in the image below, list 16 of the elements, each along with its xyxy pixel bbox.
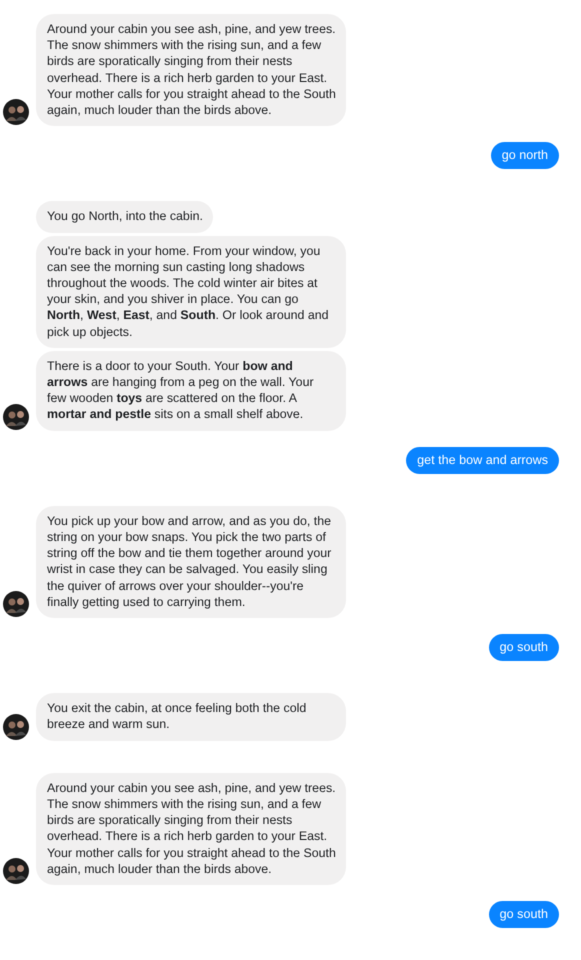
received-message: You go North, into the cabin. <box>36 201 213 233</box>
received-message: You pick up your bow and arrow, and as you do, the string on your bow snaps. You pick the two parts of string off the bow and tie them together around your wrist in case they can be salvaged. You easily sling the quiver of arrows over your shoulder--you're finally getting used to carrying them. <box>36 506 346 618</box>
avatar-icon <box>3 714 29 740</box>
avatar-icon <box>3 404 29 430</box>
sent-message: go south <box>488 900 559 928</box>
sent-message: get the bow and arrows <box>406 446 559 474</box>
received-message: You're back in your home. From your window, you can see the morning sun casting long shadows throughout the woods. The cold winter air bites at your skin, and you shiver in place. You can go North, West, East, and South. Or look around and pick up objects. <box>36 236 346 348</box>
avatar-icon <box>3 858 29 884</box>
received-message: There is a door to your South. Your bow and arrows are hanging from a peg on the wall. Your few wooden toys are scattered on the floor. A mortar and pestle sits on a small shelf above. <box>36 350 346 431</box>
sent-message: go north <box>490 142 559 170</box>
received-message: Around your cabin you see ash, pine, and yew trees. The snow shimmers with the rising sun, and a few birds are sporatically singing from their nests overhead. There is a rich herb garden to your East. Your mother calls for you straight ahead to the South again, much louder than the birds above. <box>36 14 346 126</box>
received-message: Around your cabin you see ash, pine, and yew trees. The snow shimmers with the rising sun, and a few birds are sporatically singing from their nests overhead. There is a rich herb garden to your East. Your mother calls for you straight ahead to the South again, much louder than the birds above. <box>36 772 346 885</box>
sent-message: go south <box>488 634 559 662</box>
avatar-icon <box>3 591 29 618</box>
avatar-icon <box>3 99 29 126</box>
received-message: You exit the cabin, at once feeling both the cold breeze and warm sun. <box>36 693 346 741</box>
